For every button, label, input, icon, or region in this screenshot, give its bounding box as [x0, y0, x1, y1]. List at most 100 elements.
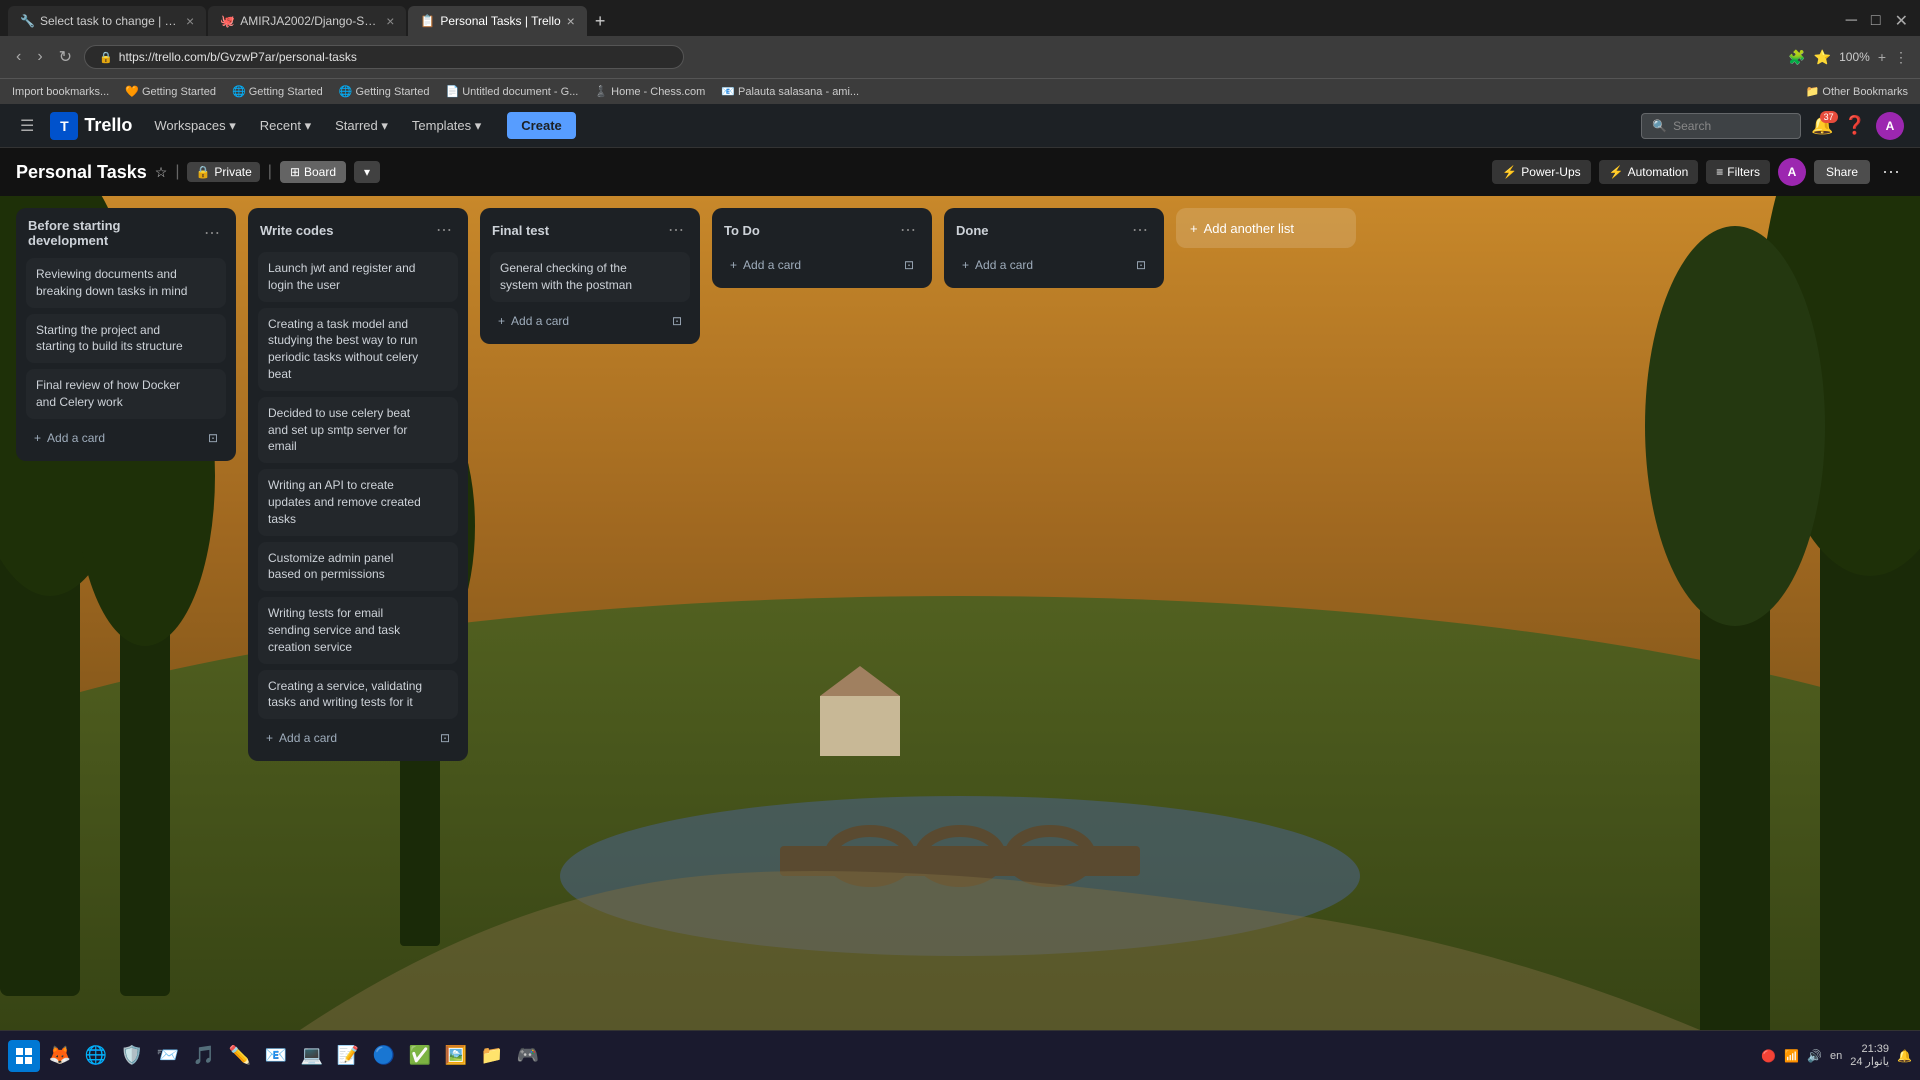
notifications[interactable]: 🔔 37 — [1811, 115, 1833, 136]
restore-button[interactable]: □ — [1867, 7, 1885, 35]
card-6[interactable]: Decided to use celery beat and set up sm… — [258, 397, 458, 463]
bookmark-6[interactable]: 📧 Palauta salasana - ami... — [721, 85, 859, 98]
back-button[interactable]: ‹ — [12, 44, 25, 70]
list-1-menu-button[interactable]: ⋯ — [200, 221, 224, 245]
taskbar-clock: 21:39 24 يانوار — [1850, 1043, 1889, 1068]
template-icon-2[interactable]: ⊡ — [440, 731, 450, 745]
tab-3-close[interactable]: × — [567, 13, 575, 29]
url-text: https://trello.com/b/GvzwP7ar/personal-t… — [119, 50, 357, 64]
bookmark-icon[interactable]: ⭐ — [1814, 49, 1831, 66]
workspaces-menu[interactable]: Workspaces ▾ — [144, 112, 245, 140]
refresh-button[interactable]: ↻ — [55, 43, 76, 71]
automation-button[interactable]: ⚡ Automation — [1599, 160, 1699, 184]
search-box[interactable]: 🔍 Search — [1641, 113, 1801, 139]
taskbar-notification[interactable]: 🔔 — [1897, 1049, 1912, 1063]
notification-count: 37 — [1820, 111, 1838, 123]
board-view-icon: ⊞ — [290, 165, 300, 179]
taskbar-shield[interactable]: 🛡️ — [116, 1040, 148, 1072]
card-1[interactable]: Reviewing documents and breaking down ta… — [26, 258, 226, 308]
add-icon-3: + — [498, 314, 505, 328]
power-ups-button[interactable]: ⚡ Power-Ups — [1492, 160, 1590, 184]
tab-1[interactable]: 🔧 Select task to change | Djan... × — [8, 6, 206, 36]
recent-menu[interactable]: Recent ▾ — [250, 112, 321, 140]
user-avatar[interactable]: A — [1876, 112, 1904, 140]
templates-menu[interactable]: Templates ▾ — [402, 112, 491, 140]
lists-container: Before starting development ⋯ Reviewing … — [0, 196, 1920, 773]
card-9[interactable]: Writing tests for email sending service … — [258, 597, 458, 663]
card-10[interactable]: Creating a service, validating tasks and… — [258, 670, 458, 720]
settings-icon[interactable]: ⋮ — [1894, 49, 1908, 66]
minimize-button[interactable]: ─ — [1842, 7, 1861, 35]
card-8[interactable]: Customize admin panel based on permissio… — [258, 542, 458, 592]
add-icon: + — [34, 431, 41, 445]
add-card-label: Add a card — [47, 431, 105, 445]
filters-button[interactable]: ≡ Filters — [1706, 160, 1770, 184]
visibility-tag[interactable]: 🔒 Private — [187, 162, 259, 182]
bookmark-5[interactable]: ♟️ Home - Chess.com — [594, 85, 705, 98]
list-2-title: Write codes — [260, 223, 333, 238]
list-3-title: Final test — [492, 223, 549, 238]
zoom-in-icon[interactable]: + — [1878, 49, 1886, 65]
forward-button[interactable]: › — [33, 44, 46, 70]
taskbar-draw[interactable]: ✏️ — [224, 1040, 256, 1072]
taskbar-lang[interactable]: en — [1830, 1050, 1842, 1062]
taskbar-code[interactable]: 📝 — [332, 1040, 364, 1072]
close-button[interactable]: ✕ — [1891, 7, 1912, 35]
taskbar-telegram[interactable]: 📨 — [152, 1040, 184, 1072]
list-3-add-card-button[interactable]: + Add a card ⊡ — [490, 308, 690, 334]
view-options-button[interactable]: ▾ — [354, 161, 380, 183]
sidebar-toggle-button[interactable]: ☰ — [16, 112, 38, 140]
new-tab-button[interactable]: + — [589, 11, 612, 32]
template-icon-3[interactable]: ⊡ — [672, 314, 682, 328]
bookmark-1[interactable]: 🧡 Getting Started — [125, 85, 216, 98]
create-button[interactable]: Create — [507, 112, 575, 139]
card-7[interactable]: Writing an API to create updates and rem… — [258, 469, 458, 535]
list-2-add-card-button[interactable]: + Add a card ⊡ — [258, 725, 458, 751]
taskbar-spotify[interactable]: 🎵 — [188, 1040, 220, 1072]
card-4[interactable]: Launch jwt and register and login the us… — [258, 252, 458, 302]
board-view-button[interactable]: ⊞ Board — [280, 161, 346, 183]
card-11[interactable]: General checking of the system with the … — [490, 252, 690, 302]
list-5-menu-button[interactable]: ⋯ — [1128, 218, 1152, 242]
bookmark-2[interactable]: 🌐 Getting Started — [232, 85, 323, 98]
template-icon[interactable]: ⊡ — [208, 431, 218, 445]
taskbar-ide[interactable]: 💻 — [296, 1040, 328, 1072]
taskbar-edge[interactable]: 🌐 — [80, 1040, 112, 1072]
card-5[interactable]: Creating a task model and studying the b… — [258, 308, 458, 391]
taskbar-files[interactable]: 📁 — [476, 1040, 508, 1072]
taskbar-tasks[interactable]: ✅ — [404, 1040, 436, 1072]
address-bar[interactable]: 🔒 https://trello.com/b/GvzwP7ar/personal… — [84, 45, 684, 69]
taskbar-icon-blue[interactable]: 🔵 — [368, 1040, 400, 1072]
taskbar-game[interactable]: 🎮 — [512, 1040, 544, 1072]
bookmark-4[interactable]: 📄 Untitled document - G... — [445, 85, 578, 98]
board-star-icon[interactable]: ☆ — [155, 164, 168, 181]
tab-2-close[interactable]: × — [386, 13, 394, 29]
taskbar-mail[interactable]: 📧 — [260, 1040, 292, 1072]
bookmark-other[interactable]: 📁 Other Bookmarks — [1806, 85, 1908, 98]
extensions-icon[interactable]: 🧩 — [1788, 49, 1805, 66]
card-2[interactable]: Starting the project and starting to bui… — [26, 314, 226, 364]
help-icon[interactable]: ❓ — [1844, 115, 1866, 136]
list-1-add-card-button[interactable]: + Add a card ⊡ — [26, 425, 226, 451]
tab-2[interactable]: 🐙 AMIRJA2002/Django-Sc... × — [208, 6, 406, 36]
list-3-menu-button[interactable]: ⋯ — [664, 218, 688, 242]
template-icon-5[interactable]: ⊡ — [1136, 258, 1146, 272]
taskbar-image[interactable]: 🖼️ — [440, 1040, 472, 1072]
bookmark-3[interactable]: 🌐 Getting Started — [339, 85, 430, 98]
bookmark-import[interactable]: Import bookmarks... — [12, 86, 109, 98]
add-list-button[interactable]: + Add another list — [1176, 208, 1356, 248]
card-2-text: Starting the project and starting to bui… — [36, 322, 193, 356]
starred-menu[interactable]: Starred ▾ — [325, 112, 398, 140]
card-3[interactable]: Final review of how Docker and Celery wo… — [26, 369, 226, 419]
list-5-add-card-button[interactable]: + Add a card ⊡ — [954, 252, 1154, 278]
list-4-menu-button[interactable]: ⋯ — [896, 218, 920, 242]
more-options-button[interactable]: ⋯ — [1878, 158, 1904, 187]
tab-3[interactable]: 📋 Personal Tasks | Trello × — [408, 6, 586, 36]
share-button[interactable]: Share — [1814, 160, 1870, 184]
tab-1-close[interactable]: × — [186, 13, 194, 29]
list-2-menu-button[interactable]: ⋯ — [432, 218, 456, 242]
list-4-add-card-button[interactable]: + Add a card ⊡ — [722, 252, 922, 278]
template-icon-4[interactable]: ⊡ — [904, 258, 914, 272]
start-button[interactable] — [8, 1040, 40, 1072]
taskbar-firefox[interactable]: 🦊 — [44, 1040, 76, 1072]
